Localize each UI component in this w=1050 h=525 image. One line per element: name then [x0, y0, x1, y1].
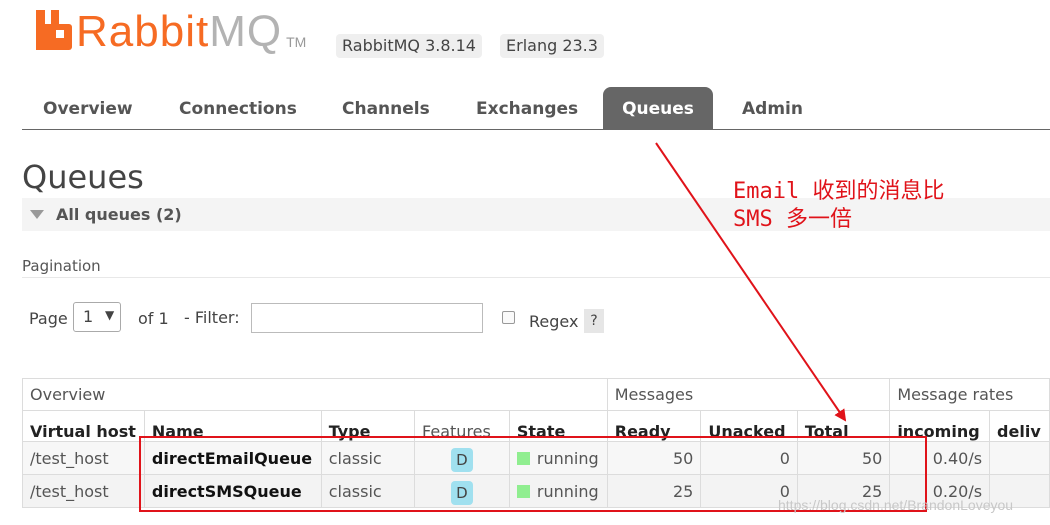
cell-state: running: [508, 474, 608, 508]
rabbitmq-version-badge: RabbitMQ 3.8.14: [336, 34, 482, 58]
annotation-text: Email 收到的消息比 SMS 多一倍: [733, 179, 945, 232]
column-header-incoming[interactable]: incoming: [889, 410, 991, 442]
column-header-unacked[interactable]: Unacked: [700, 410, 798, 442]
divider: [22, 277, 1050, 278]
tab-queues[interactable]: Queues: [603, 87, 713, 129]
cell-vhost: /test_host: [22, 474, 145, 508]
group-header-message-rates: Message rates: [889, 378, 1050, 411]
durable-badge: D: [450, 480, 473, 505]
erlang-version-badge: Erlang 23.3: [500, 34, 604, 58]
page-select[interactable]: 1 ▼: [73, 302, 121, 332]
state-text: running: [536, 481, 599, 501]
page-title: Queues: [22, 158, 144, 196]
tab-exchanges[interactable]: Exchanges: [476, 87, 578, 129]
watermark: https://blog.csdn.net/BrandonLoveyou: [778, 497, 1014, 513]
rabbit-logo-icon: [36, 10, 72, 50]
column-header-name[interactable]: Name: [143, 410, 322, 442]
column-header-total[interactable]: Total: [796, 410, 891, 442]
dropdown-arrow-icon: ▼: [105, 308, 115, 322]
rabbitmq-logo: RabbitMQ TM: [36, 8, 306, 56]
page-select-value: 1: [83, 307, 94, 326]
section-label: All queues (2): [56, 205, 182, 224]
cell-vhost: /test_host: [22, 441, 145, 475]
tab-admin[interactable]: Admin: [742, 87, 803, 129]
collapse-triangle-icon: [30, 210, 44, 219]
regex-checkbox[interactable]: [502, 311, 515, 324]
column-header-deliver[interactable]: deliv: [989, 410, 1050, 442]
queues-table: Overview Messages Message rates Virtual …: [22, 378, 1050, 508]
cell-ready: 50: [606, 441, 702, 475]
cell-state: running: [508, 441, 608, 475]
cell-total: 50: [796, 441, 891, 475]
page-label: Page: [29, 309, 68, 328]
column-header-virtual-host[interactable]: Virtual host: [22, 410, 145, 442]
group-header-messages: Messages: [606, 378, 891, 411]
tab-channels[interactable]: Channels: [342, 87, 430, 129]
tab-overview[interactable]: Overview: [43, 87, 133, 129]
pagination-label: Pagination: [22, 257, 101, 275]
column-header-features: Features: [414, 410, 510, 442]
column-header-state[interactable]: State: [508, 410, 608, 442]
state-text: running: [536, 448, 599, 468]
running-status-icon: [516, 451, 530, 465]
queue-name-link[interactable]: directSMSQueue: [143, 474, 322, 508]
group-header-overview: Overview: [22, 378, 608, 411]
column-header-ready[interactable]: Ready: [606, 410, 702, 442]
logo-trademark: TM: [286, 34, 307, 50]
queue-name-link[interactable]: directEmailQueue: [143, 441, 322, 475]
regex-label: Regex: [529, 312, 579, 331]
cell-features: D: [414, 474, 510, 508]
cell-incoming: 0.40/s: [889, 441, 991, 475]
filter-label: - Filter:: [184, 308, 240, 327]
cell-type: classic: [320, 441, 416, 475]
cell-deliver: [989, 441, 1050, 475]
filter-input[interactable]: [251, 303, 483, 333]
main-nav: Overview Connections Channels Exchanges …: [22, 87, 1050, 130]
regex-help-button[interactable]: ?: [584, 309, 604, 333]
cell-type: classic: [320, 474, 416, 508]
of-pages-label: of 1: [138, 309, 169, 328]
cell-features: D: [414, 441, 510, 475]
table-row: /test_host directEmailQueue classic D ru…: [22, 441, 1050, 475]
logo-wordmark: RabbitMQ: [76, 7, 283, 56]
cell-unacked: 0: [700, 441, 798, 475]
running-status-icon: [516, 484, 530, 498]
tab-connections[interactable]: Connections: [179, 87, 297, 129]
column-header-type[interactable]: Type: [320, 410, 416, 442]
cell-ready: 25: [606, 474, 702, 508]
durable-badge: D: [450, 447, 473, 472]
